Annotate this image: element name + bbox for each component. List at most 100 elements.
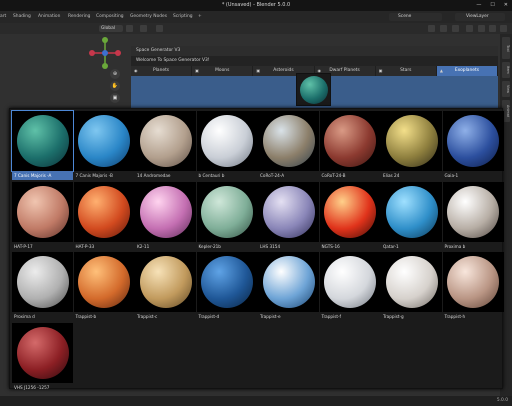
exoplanets-icon: ▲: [439, 68, 443, 73]
exoplanet-label: Trappist-g: [383, 314, 404, 319]
navigation-gizmo[interactable]: [88, 36, 122, 70]
exoplanet-item[interactable]: Proxima b: [442, 181, 504, 252]
exoplanet-label: Trappist-e: [260, 314, 281, 319]
exoplanet-item[interactable]: Trappist-e: [258, 252, 319, 322]
preview-planet-image: [300, 76, 328, 104]
shading-solid-icon[interactable]: [478, 25, 485, 32]
tab-rendering[interactable]: Rendering: [68, 14, 90, 19]
tab-exoplanets[interactable]: ▲ Exoplanets: [436, 66, 499, 76]
exoplanet-item[interactable]: HAT-P-33: [73, 181, 135, 252]
planet-sphere-image: [16, 256, 69, 308]
selected-planet-preview[interactable]: [296, 73, 331, 106]
planet-sphere-image: [139, 256, 192, 308]
shading-material-icon[interactable]: [489, 25, 496, 32]
tab-shading[interactable]: Shading: [13, 14, 31, 19]
tab-animation[interactable]: Animation: [38, 14, 60, 19]
exoplanet-thumbnail: [12, 252, 73, 312]
sidebar-tab-view[interactable]: View: [502, 81, 510, 97]
maximize-button[interactable]: ☐: [490, 2, 494, 8]
stars-icon: ▣: [378, 68, 383, 73]
pivot-icon[interactable]: [126, 25, 133, 32]
add-workspace-button[interactable]: +: [198, 14, 202, 19]
exoplanet-item[interactable]: K2-11: [135, 181, 196, 252]
exoplanet-item[interactable]: NGTS-16: [319, 181, 381, 252]
tab-scripting[interactable]: Scripting: [173, 14, 193, 19]
moons-icon: ▣: [195, 68, 199, 73]
exoplanet-item[interactable]: Qatar-1: [381, 181, 442, 252]
zoom-icon[interactable]: ⊕: [110, 69, 120, 79]
planet-sphere-image: [447, 185, 499, 238]
exoplanet-item[interactable]: Kepler-21b: [196, 181, 258, 252]
tab-stars[interactable]: ▣ Stars: [376, 66, 437, 76]
exoplanet-item[interactable]: Trappist-d: [196, 252, 258, 322]
exoplanet-thumbnail: [319, 252, 381, 312]
tab-compositing[interactable]: Compositing: [96, 14, 124, 19]
exoplanet-picker-popup: 7 Canis Majoris -A 7 Canis Majoris -B 14 A…: [9, 108, 504, 390]
exoplanet-thumbnail: [73, 181, 135, 242]
exoplanet-item[interactable]: LHS 3154: [258, 181, 319, 252]
exoplanet-item[interactable]: b Centauri b: [196, 111, 258, 181]
exoplanet-item[interactable]: Gaia-1: [442, 111, 504, 181]
panel-title[interactable]: Space Generator V3: [131, 46, 498, 56]
exoplanet-label: Kepler-21b: [198, 243, 221, 249]
welcome-message: Welcome To Space Generator V3!: [131, 56, 498, 66]
tab-planets[interactable]: ◉ Planets: [131, 66, 193, 76]
exoplanet-label: Trappist-f: [321, 314, 342, 319]
visibility-icon[interactable]: [428, 25, 435, 32]
sidebar-tab-tool[interactable]: Tool: [502, 37, 510, 59]
tab-planets-label: Planets: [153, 68, 170, 73]
exoplanet-label: Elias 24: [383, 173, 400, 178]
planet-sphere-image: [447, 256, 499, 308]
tab-asteroids-label: Asteroids: [273, 68, 294, 73]
exoplanet-item[interactable]: 7 Canis Majoris -A: [11, 110, 74, 181]
tab-layout[interactable]: art: [0, 14, 6, 19]
planet-sphere-image: [324, 185, 376, 238]
planet-sphere-image: [324, 256, 376, 308]
xray-icon[interactable]: [466, 25, 473, 32]
exoplanet-item[interactable]: HAT-P-17: [12, 181, 73, 252]
title-bar: * (Unsaved) - Blender 5.0.0 — ☐ ✕: [0, 0, 512, 11]
view-layer-selector[interactable]: ViewLayer: [455, 13, 505, 21]
exoplanet-thumbnail: [196, 252, 258, 312]
window-title: * (Unsaved) - Blender 5.0.0: [221, 2, 291, 8]
exoplanet-item[interactable]: Trappist-c: [135, 252, 196, 322]
close-button[interactable]: ✕: [504, 2, 508, 8]
minimize-button[interactable]: —: [476, 2, 481, 8]
pan-hand-icon[interactable]: ✋: [110, 81, 120, 91]
overlay-toggle-icon[interactable]: [452, 25, 459, 32]
exoplanet-item[interactable]: Trappist-f: [319, 252, 381, 322]
exoplanet-item[interactable]: Elias 24: [381, 111, 442, 181]
exoplanet-item[interactable]: Trappist-b: [73, 252, 135, 322]
sidebar-tab-item[interactable]: Item: [502, 62, 510, 78]
exoplanet-thumbnail: [442, 252, 504, 312]
exoplanet-item[interactable]: Proxima d: [12, 252, 73, 322]
status-bar: 5.0.0: [0, 396, 512, 406]
exoplanet-item[interactable]: 7 Canis Majoris -B: [73, 111, 135, 181]
exoplanet-thumbnail: [73, 111, 135, 171]
exoplanet-item[interactable]: CoRoT-24-B: [319, 111, 381, 181]
planet-sphere-image: [385, 115, 438, 167]
tab-moons[interactable]: ▣ Moons: [192, 66, 254, 76]
exoplanet-item[interactable]: 14 Andromedae: [135, 111, 196, 181]
viewport-header: Global: [0, 23, 512, 34]
transform-orientation-dropdown[interactable]: Global: [99, 25, 123, 32]
tab-geometry-nodes[interactable]: Geometry Nodes: [130, 14, 167, 19]
planet-sphere-image: [262, 256, 315, 308]
exoplanet-thumbnail: [319, 181, 381, 242]
exoplanet-item[interactable]: VHS J1256 -1257: [12, 322, 73, 393]
exoplanet-item[interactable]: Trappist-g: [381, 252, 442, 322]
exoplanet-thumbnail: [196, 111, 258, 171]
workspace-bar: art Shading Animation Rendering Composit…: [0, 11, 512, 23]
exoplanet-label: 14 Andromedae: [137, 173, 171, 178]
gizmo-toggle-icon[interactable]: [440, 25, 447, 32]
shading-rendered-icon[interactable]: [500, 25, 507, 32]
snap-icon[interactable]: [140, 25, 147, 32]
exoplanet-item[interactable]: Trappist-h: [442, 252, 504, 322]
camera-icon[interactable]: ▣: [110, 93, 120, 103]
exoplanet-label: Trappist-c: [137, 314, 158, 319]
exoplanet-label: 7 Canis Majoris -B: [75, 173, 113, 178]
scene-selector[interactable]: Scene: [389, 13, 442, 21]
proportional-edit-icon[interactable]: [156, 25, 163, 32]
tab-moons-label: Moons: [215, 68, 230, 73]
exoplanet-item[interactable]: CoRoT-24-A: [258, 111, 319, 181]
